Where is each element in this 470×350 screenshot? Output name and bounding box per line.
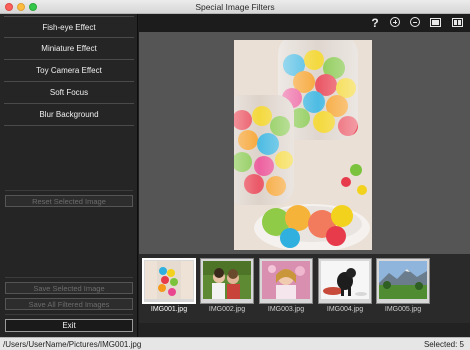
thumbnail-item[interactable]: IMG002.jpg bbox=[200, 258, 254, 314]
effect-blur-background[interactable]: Blur Background bbox=[4, 104, 134, 126]
thumbnail-frame bbox=[200, 258, 254, 304]
selected-count: Selected: 5 bbox=[423, 340, 464, 349]
effect-fish-eye[interactable]: Fish-eye Effect bbox=[4, 16, 134, 38]
thumbnail-image bbox=[203, 261, 251, 301]
thumbnail-filename: IMG001.jpg bbox=[150, 306, 188, 313]
effect-soft-focus[interactable]: Soft Focus bbox=[4, 82, 134, 104]
thumbnail-image bbox=[262, 261, 310, 301]
thumbnail-frame bbox=[142, 258, 196, 304]
thumbnail-item[interactable]: IMG003.jpg bbox=[259, 258, 313, 314]
preview-image bbox=[234, 40, 372, 250]
divider bbox=[5, 314, 133, 315]
save-all-filtered-images-button[interactable]: Save All Filtered Images bbox=[5, 298, 133, 310]
effect-miniature[interactable]: Miniature Effect bbox=[4, 38, 134, 60]
single-view-icon[interactable] bbox=[428, 16, 442, 30]
zoom-out-icon[interactable] bbox=[408, 16, 422, 30]
compare-view-icon[interactable] bbox=[450, 16, 464, 30]
thumbnail-filename: IMG005.jpg bbox=[384, 306, 422, 313]
effect-toy-camera[interactable]: Toy Camera Effect bbox=[4, 60, 134, 82]
save-selected-image-button[interactable]: Save Selected Image bbox=[5, 282, 133, 294]
file-path: /Users/UserName/Pictures/IMG001.jpg bbox=[3, 340, 142, 349]
thumbnail-frame bbox=[318, 258, 372, 304]
divider bbox=[5, 277, 133, 278]
preview-area bbox=[139, 32, 470, 254]
exit-button[interactable]: Exit bbox=[5, 319, 133, 332]
reset-selected-image-button[interactable]: Reset Selected Image bbox=[5, 195, 133, 207]
thumbnail-image bbox=[379, 261, 427, 301]
thumbnail-filename: IMG004.jpg bbox=[326, 306, 364, 313]
thumbnail-item[interactable]: IMG001.jpg bbox=[142, 258, 196, 314]
title-bar: Special Image Filters bbox=[0, 0, 470, 14]
divider bbox=[5, 190, 133, 191]
effect-list: Fish-eye Effect Miniature Effect Toy Cam… bbox=[4, 16, 134, 126]
status-bar: /Users/UserName/Pictures/IMG001.jpg Sele… bbox=[0, 337, 470, 350]
thumbnail-image bbox=[145, 261, 193, 301]
thumbnail-item[interactable]: IMG005.jpg bbox=[376, 258, 430, 314]
thumbnail-strip: IMG001.jpg IMG002.jpg IMG003.jpg IMG004.… bbox=[139, 254, 470, 323]
thumbnail-filename: IMG003.jpg bbox=[267, 306, 305, 313]
thumbnail-item[interactable]: IMG004.jpg bbox=[318, 258, 372, 314]
thumbnail-frame bbox=[376, 258, 430, 304]
thumbnail-scrollbar[interactable] bbox=[139, 323, 470, 337]
zoom-in-icon[interactable] bbox=[388, 16, 402, 30]
candy-jars-photo bbox=[234, 40, 372, 250]
thumbnail-image bbox=[321, 261, 369, 301]
window-title: Special Image Filters bbox=[195, 2, 275, 12]
effects-panel: Fish-eye Effect Miniature Effect Toy Cam… bbox=[0, 14, 138, 337]
thumbnail-frame bbox=[259, 258, 313, 304]
help-icon[interactable]: ? bbox=[368, 16, 382, 30]
view-toolbar: ? bbox=[139, 14, 470, 32]
thumbnail-filename: IMG002.jpg bbox=[208, 306, 246, 313]
